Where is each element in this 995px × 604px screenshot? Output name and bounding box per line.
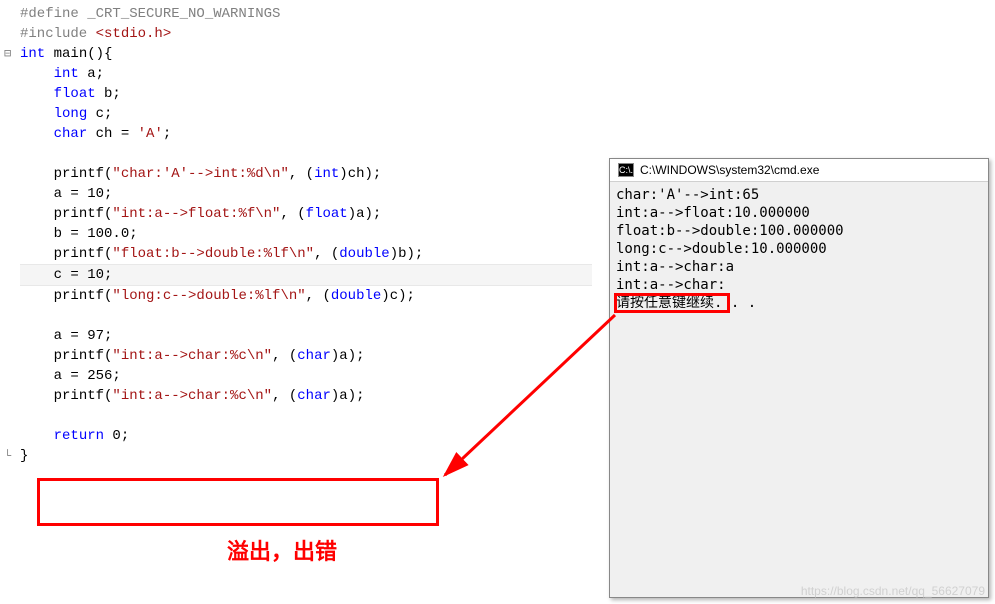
code-text: )a); <box>331 388 365 404</box>
code-line: a = 97; <box>20 326 592 346</box>
collapse-icon[interactable]: ⊟ <box>4 44 11 64</box>
code-text: )a); <box>348 206 382 222</box>
code-line: printf("int:a-->char:%c\n", (char)a); <box>20 386 592 406</box>
keyword-int: int <box>54 66 79 82</box>
code-line: int a; <box>20 64 592 84</box>
code-text: c; <box>87 106 112 122</box>
cast-double: double <box>331 288 381 304</box>
code-text: )a); <box>331 348 365 364</box>
code-line: printf("int:a-->float:%f\n", (float)a); <box>20 204 592 224</box>
annotation-overflow-label: 溢出，出错 <box>227 534 337 566</box>
code-text: printf( <box>54 288 113 304</box>
string-literal: "char:'A'-->int:%d\n" <box>112 166 288 182</box>
console-titlebar[interactable]: C:\. C:\WINDOWS\system32\cmd.exe <box>610 159 988 182</box>
code-line: a = 10; <box>20 184 592 204</box>
code-line <box>20 406 592 426</box>
code-text: )ch); <box>339 166 381 182</box>
code-text: , ( <box>289 166 314 182</box>
code-line: printf("float:b-->double:%lf\n", (double… <box>20 244 592 264</box>
cast-char: char <box>297 348 331 364</box>
code-text: printf( <box>54 166 113 182</box>
console-window: C:\. C:\WINDOWS\system32\cmd.exe char:'A… <box>609 158 989 598</box>
watermark: https://blog.csdn.net/qq_56627079 <box>801 584 985 598</box>
string-literal: "int:a-->float:%f\n" <box>112 206 280 222</box>
code-text: a; <box>79 66 104 82</box>
code-line: long c; <box>20 104 592 124</box>
code-line <box>20 144 592 164</box>
keyword-int: int <box>20 46 45 62</box>
console-title: C:\WINDOWS\system32\cmd.exe <box>640 163 819 177</box>
code-text: , ( <box>272 388 297 404</box>
preprocessor-define: #define _CRT_SECURE_NO_WARNINGS <box>20 6 280 22</box>
code-line: b = 100.0; <box>20 224 592 244</box>
code-text: printf( <box>54 206 113 222</box>
code-text: printf( <box>54 348 113 364</box>
code-text: , ( <box>314 246 339 262</box>
string-literal: "int:a-->char:%c\n" <box>112 388 272 404</box>
code-editor[interactable]: #define _CRT_SECURE_NO_WARNINGS #include… <box>0 0 600 470</box>
cast-char: char <box>297 388 331 404</box>
code-line-highlighted: c = 10; <box>20 264 592 286</box>
code-line: printf("char:'A'-->int:%d\n", (int)ch); <box>20 164 592 184</box>
code-text: )b); <box>390 246 424 262</box>
code-line: ⊟int main(){ <box>20 44 592 64</box>
keyword-return: return <box>54 428 104 444</box>
code-line: a = 256; <box>20 366 592 386</box>
annotation-box-code <box>37 478 439 526</box>
code-text: } <box>20 448 28 464</box>
cast-float: float <box>306 206 348 222</box>
collapse-end-icon: └ <box>4 446 11 466</box>
code-text: , ( <box>280 206 305 222</box>
keyword-long: long <box>54 106 88 122</box>
string-literal: "float:b-->double:%lf\n" <box>112 246 314 262</box>
code-line: printf("long:c-->double:%lf\n", (double)… <box>20 286 592 306</box>
code-line <box>20 306 592 326</box>
code-text: ; <box>163 126 171 142</box>
cmd-icon: C:\. <box>618 163 634 177</box>
string-literal: "long:c-->double:%lf\n" <box>112 288 305 304</box>
code-text: , ( <box>272 348 297 364</box>
include-header: <stdio.h> <box>96 26 172 42</box>
code-text: main(){ <box>45 46 112 62</box>
code-text: b; <box>96 86 121 102</box>
char-literal: 'A' <box>138 126 163 142</box>
code-line: return 0; <box>20 426 592 446</box>
string-literal: "int:a-->char:%c\n" <box>112 348 272 364</box>
keyword-float: float <box>54 86 96 102</box>
code-text: ch = <box>87 126 137 142</box>
code-line: printf("int:a-->char:%c\n", (char)a); <box>20 346 592 366</box>
keyword-char: char <box>54 126 88 142</box>
code-text: printf( <box>54 388 113 404</box>
console-output: char:'A'-->int:65 int:a-->float:10.00000… <box>610 182 988 316</box>
code-line: #include <stdio.h> <box>20 24 592 44</box>
cast-double: double <box>339 246 389 262</box>
code-text: , ( <box>306 288 331 304</box>
code-line: char ch = 'A'; <box>20 124 592 144</box>
code-line: #define _CRT_SECURE_NO_WARNINGS <box>20 4 592 24</box>
code-text: 0; <box>104 428 129 444</box>
code-text: )c); <box>381 288 415 304</box>
code-text: printf( <box>54 246 113 262</box>
cast-int: int <box>314 166 339 182</box>
preprocessor-include: #include <box>20 26 96 42</box>
code-line: └} <box>20 446 592 466</box>
code-line: float b; <box>20 84 592 104</box>
